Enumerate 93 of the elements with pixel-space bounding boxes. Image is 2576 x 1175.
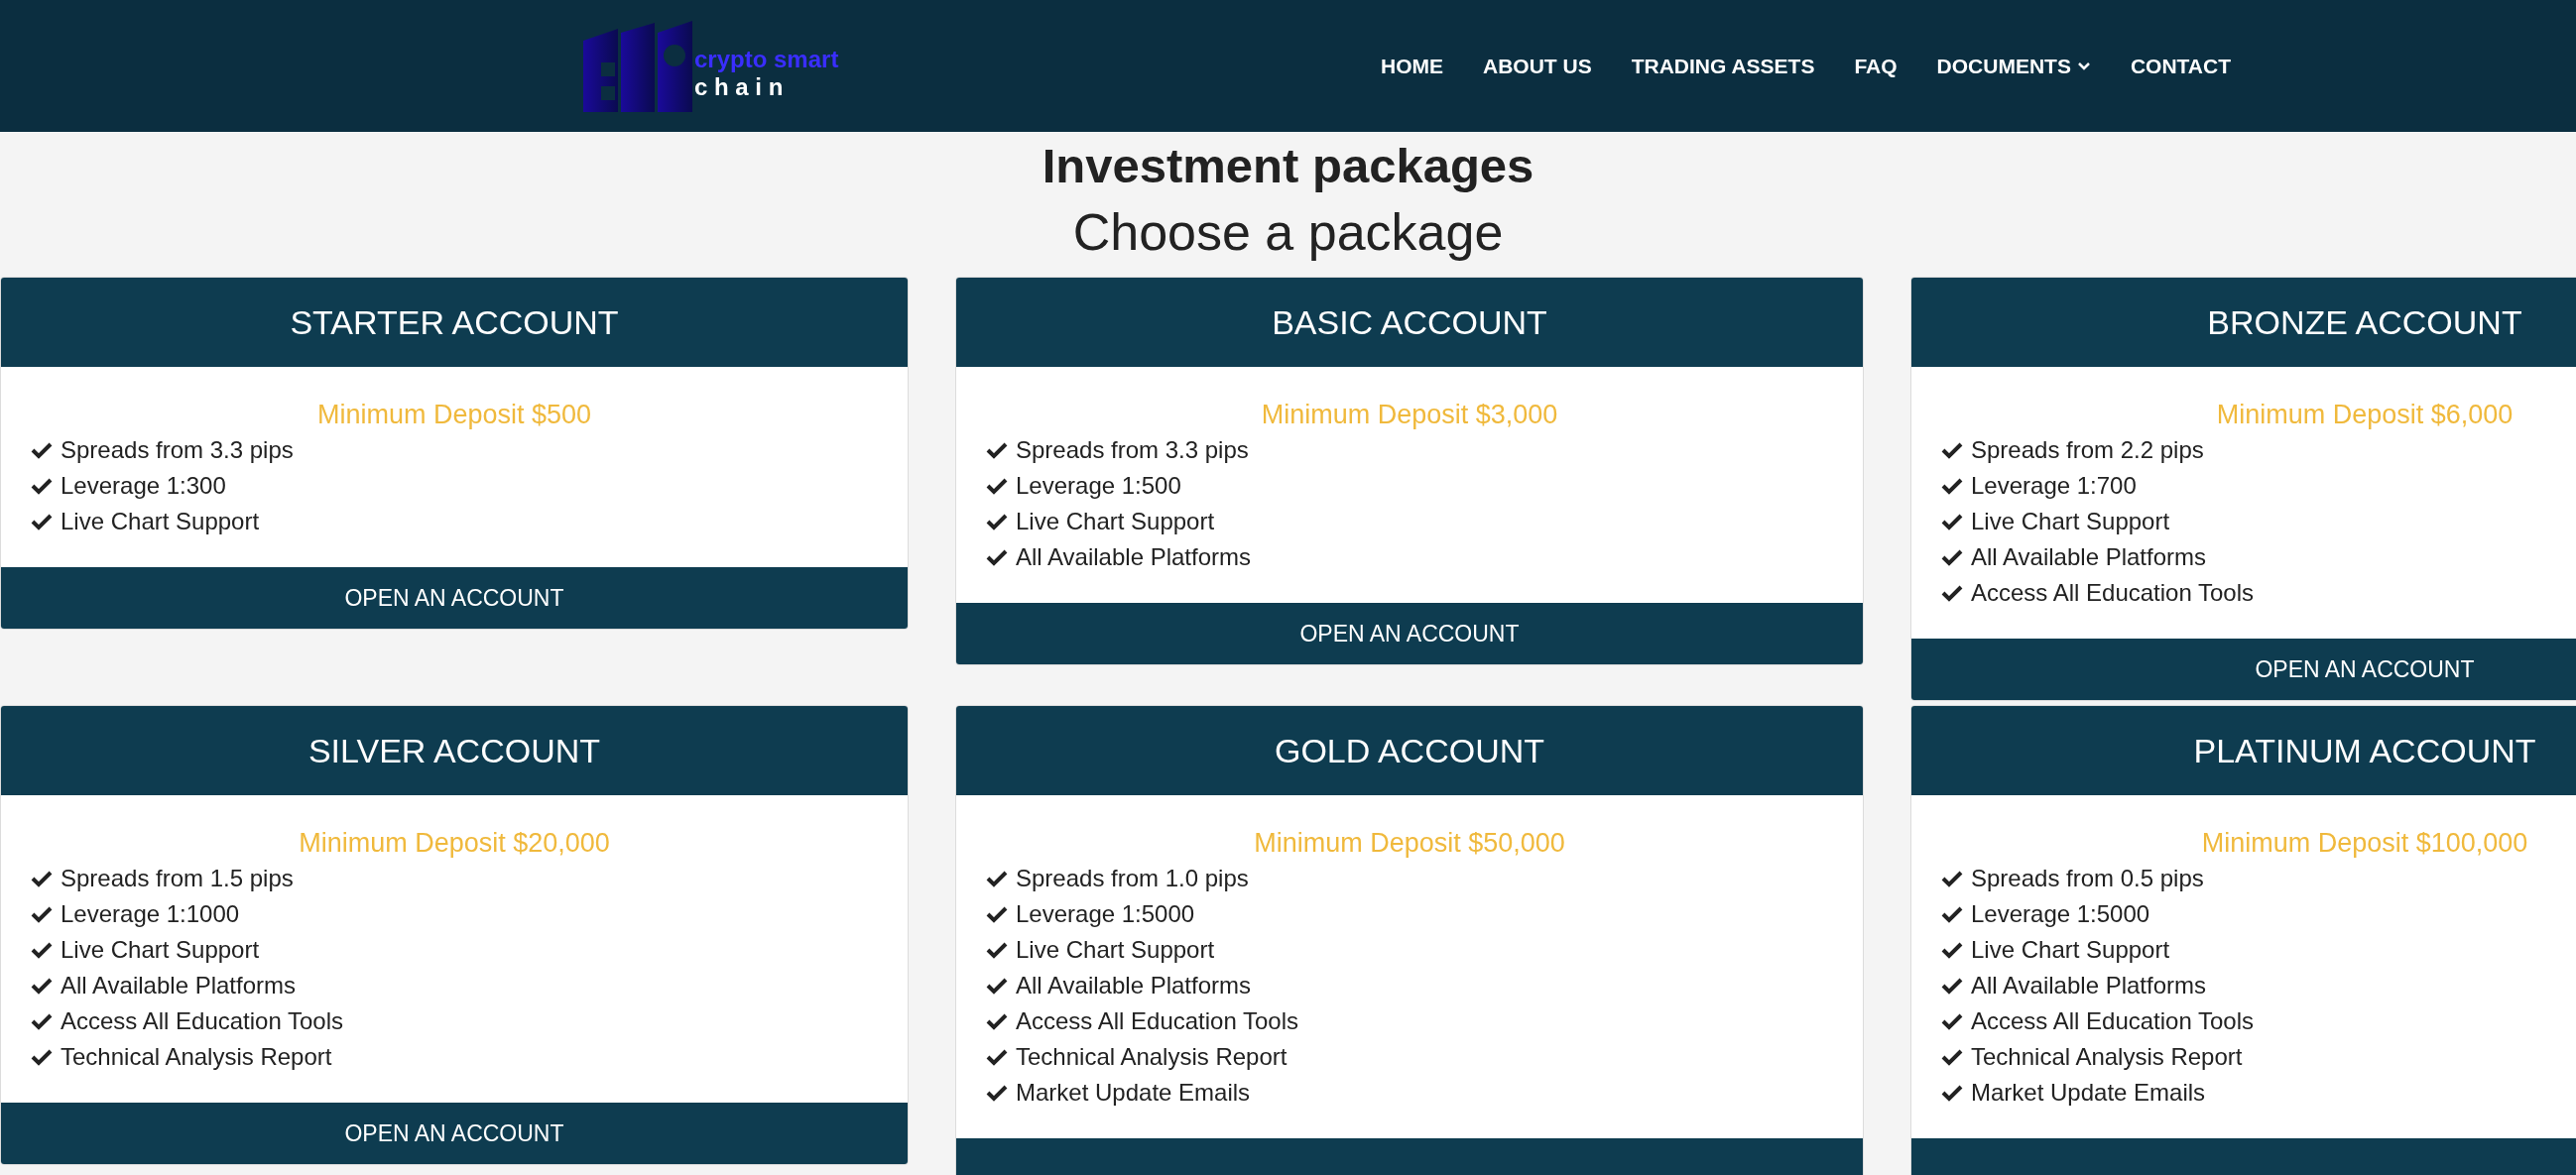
checkmark-icon — [986, 941, 1008, 959]
package-title: SILVER ACCOUNT — [307, 730, 601, 771]
feature-text: Spreads from 1.5 pips — [61, 864, 294, 893]
feature-text: Market Update Emails — [1016, 1078, 1251, 1108]
feature-text: Spreads from 2.2 pips — [1971, 435, 2204, 465]
nav-link[interactable]: CONTACT — [2130, 50, 2231, 82]
minimum-deposit: Minimum Deposit $6,000 — [2215, 399, 2515, 431]
checkmark-icon — [1941, 441, 1963, 459]
minimum-deposit: Minimum Deposit $50,000 — [1253, 827, 1566, 860]
feature-text: All Available Platforms — [1016, 542, 1251, 572]
feature-text: Live Chart Support — [1016, 507, 1215, 536]
feature-text: Technical Analysis Report — [1016, 1042, 1288, 1072]
feature-text: Access All Education Tools — [1971, 1006, 2255, 1036]
package-title: PLATINUM ACCOUNT — [2193, 730, 2536, 771]
checkmark-icon — [986, 870, 1008, 887]
feature-text: Technical Analysis Report — [61, 1042, 332, 1072]
checkmark-icon — [1941, 1012, 1963, 1030]
feature-text: Access All Education Tools — [61, 1006, 344, 1036]
checkmark-icon — [31, 905, 53, 923]
feature-text: Spreads from 3.3 pips — [1016, 435, 1249, 465]
checkmark-icon — [1941, 477, 1963, 495]
nav-link[interactable]: ABOUT US — [1483, 50, 1592, 82]
feature-text: Live Chart Support — [61, 507, 260, 536]
checkmark-icon — [31, 941, 53, 959]
feature-text: Spreads from 3.3 pips — [61, 435, 294, 465]
checkmark-icon — [31, 441, 53, 459]
package-title: BASIC ACCOUNT — [1272, 301, 1547, 343]
feature-text: Leverage 1:1000 — [61, 899, 240, 929]
checkmark-icon — [1941, 977, 1963, 995]
feature-text: Spreads from 1.0 pips — [1016, 864, 1249, 893]
open-account-button[interactable]: OPEN AN ACCOUNT — [1, 1103, 908, 1164]
checkmark-icon — [986, 513, 1008, 530]
package-title: STARTER ACCOUNT — [290, 301, 619, 343]
checkmark-icon — [986, 441, 1008, 459]
package-title: GOLD ACCOUNT — [1274, 730, 1544, 771]
feature-text: Spreads from 0.5 pips — [1971, 864, 2204, 893]
feature-text: Leverage 1:500 — [1016, 471, 1181, 501]
feature-text: Live Chart Support — [1971, 507, 2170, 536]
feature-text: Live Chart Support — [1016, 935, 1215, 965]
feature-text: All Available Platforms — [61, 971, 296, 1000]
nav-link[interactable]: TRADING ASSETS — [1631, 50, 1815, 82]
feature-text: All Available Platforms — [1971, 542, 2206, 572]
checkmark-icon — [31, 977, 53, 995]
feature-text: Technical Analysis Report — [1971, 1042, 2243, 1072]
nav-link[interactable]: HOME — [1381, 50, 1443, 82]
feature-text: All Available Platforms — [1016, 971, 1251, 1000]
logo[interactable]: crypto smart c h a i n — [583, 20, 881, 112]
open-account-button[interactable]: OPEN AN ACCOUNT — [956, 603, 1863, 664]
logo-text: c h a i n — [694, 74, 785, 99]
feature-text: Leverage 1:700 — [1971, 471, 2137, 501]
feature-text: Leverage 1:5000 — [1971, 899, 2150, 929]
feature-text: Access All Education Tools — [1971, 578, 2255, 608]
checkmark-icon — [1941, 1084, 1963, 1102]
checkmark-icon — [1941, 1048, 1963, 1066]
checkmark-icon — [1941, 584, 1963, 602]
checkmark-icon — [986, 1012, 1008, 1030]
feature-text: Market Update Emails — [1971, 1078, 2206, 1108]
minimum-deposit: Minimum Deposit $3,000 — [1260, 399, 1559, 431]
minimum-deposit: Minimum Deposit $500 — [315, 399, 593, 431]
checkmark-icon — [986, 477, 1008, 495]
chevron-down-icon — [2076, 60, 2091, 71]
nav-link[interactable]: FAQ — [1854, 50, 1898, 82]
page-subheading: Choose a package — [1072, 202, 1504, 263]
checkmark-icon — [31, 477, 53, 495]
feature-text: Access All Education Tools — [1016, 1006, 1299, 1036]
checkmark-icon — [31, 513, 53, 530]
feature-text: All Available Platforms — [1971, 971, 2206, 1000]
checkmark-icon — [1941, 870, 1963, 887]
checkmark-icon — [986, 977, 1008, 995]
open-account-button[interactable]: OPEN AN ACCOUNT — [1, 567, 908, 629]
feature-text: Leverage 1:300 — [61, 471, 226, 501]
feature-text: Live Chart Support — [1971, 935, 2170, 965]
logo-text: crypto smart — [694, 47, 839, 71]
checkmark-icon — [1941, 513, 1963, 530]
package-title: BRONZE ACCOUNT — [2207, 301, 2522, 343]
page-heading: Investment packages — [1042, 138, 1534, 194]
checkmark-icon — [31, 1048, 53, 1066]
checkmark-icon — [986, 1084, 1008, 1102]
checkmark-icon — [986, 905, 1008, 923]
checkmark-icon — [31, 870, 53, 887]
minimum-deposit: Minimum Deposit $20,000 — [298, 827, 611, 860]
open-account-button[interactable]: OPEN AN ACCOUNT — [1911, 639, 2576, 700]
feature-text: Live Chart Support — [61, 935, 260, 965]
checkmark-icon — [986, 1048, 1008, 1066]
building-blocks-icon — [583, 20, 694, 112]
checkmark-icon — [31, 1012, 53, 1030]
nav-dropdown[interactable]: DOCUMENTS — [1936, 50, 2091, 82]
checkmark-icon — [1941, 905, 1963, 923]
checkmark-icon — [986, 548, 1008, 566]
minimum-deposit: Minimum Deposit $100,000 — [2200, 827, 2529, 860]
checkmark-icon — [1941, 941, 1963, 959]
feature-text: Leverage 1:5000 — [1016, 899, 1195, 929]
checkmark-icon — [1941, 548, 1963, 566]
